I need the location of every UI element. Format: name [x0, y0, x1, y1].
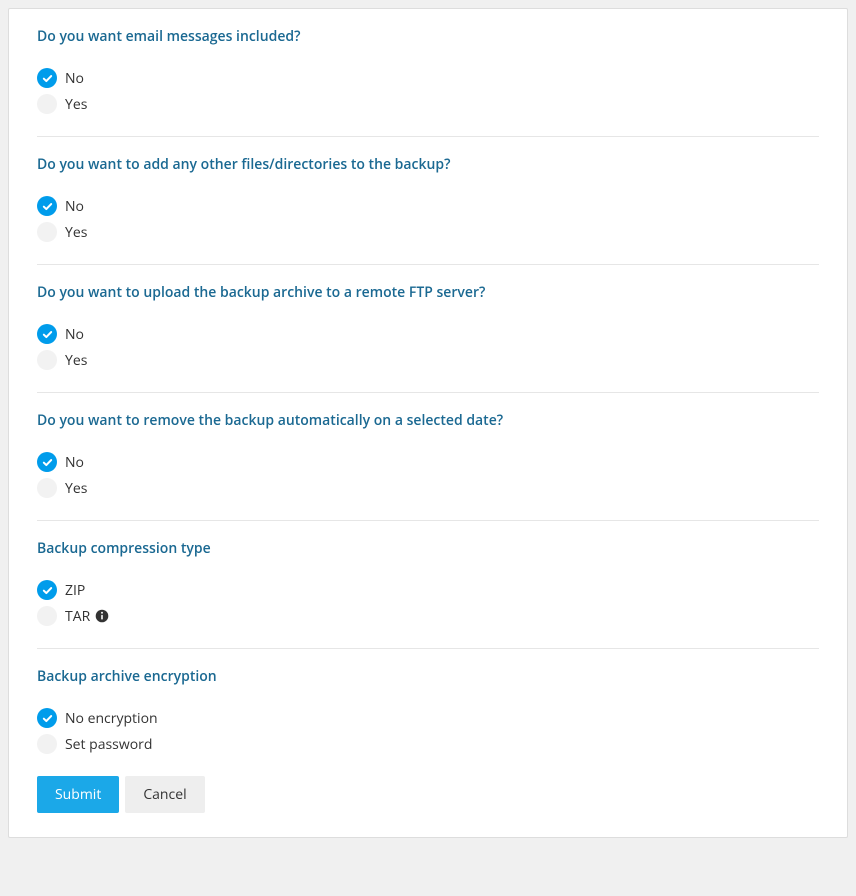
radio-label: Yes: [65, 223, 87, 242]
radio-compression-zip[interactable]: ZIP: [37, 580, 819, 600]
radio-label: TAR: [65, 607, 90, 626]
radio-label: Set password: [65, 735, 152, 754]
radio-email-yes[interactable]: Yes: [37, 94, 819, 114]
section-title-autoremove: Do you want to remove the backup automat…: [37, 411, 819, 430]
radio-label: No: [65, 453, 84, 472]
radio-label: No: [65, 197, 84, 216]
radio-encryption-password[interactable]: Set password: [37, 734, 819, 754]
radio-compression-tar[interactable]: TAR: [37, 606, 819, 626]
cancel-button[interactable]: Cancel: [125, 776, 204, 813]
section-title-ftp: Do you want to upload the backup archive…: [37, 283, 819, 302]
section-title-compression: Backup compression type: [37, 539, 819, 558]
radio-label: No: [65, 325, 84, 344]
radio-indicator-selected: [37, 580, 57, 600]
radio-label: ZIP: [65, 581, 85, 600]
radio-autoremove-no[interactable]: No: [37, 452, 819, 472]
radio-label: No: [65, 69, 84, 88]
radio-indicator-unselected: [37, 350, 57, 370]
section-encryption: Backup archive encryption No encryption …: [37, 649, 819, 776]
radio-indicator-selected: [37, 196, 57, 216]
section-other-files: Do you want to add any other files/direc…: [37, 137, 819, 265]
action-buttons: Submit Cancel: [37, 776, 819, 813]
radio-encryption-none[interactable]: No encryption: [37, 708, 819, 728]
submit-button[interactable]: Submit: [37, 776, 119, 813]
section-title-files: Do you want to add any other files/direc…: [37, 155, 819, 174]
radio-ftp-no[interactable]: No: [37, 324, 819, 344]
radio-label: No encryption: [65, 709, 158, 728]
radio-indicator-selected: [37, 324, 57, 344]
section-ftp-upload: Do you want to upload the backup archive…: [37, 265, 819, 393]
radio-indicator-selected: [37, 68, 57, 88]
radio-indicator-unselected: [37, 222, 57, 242]
radio-indicator-unselected: [37, 734, 57, 754]
radio-label: Yes: [65, 95, 87, 114]
section-title-encryption: Backup archive encryption: [37, 667, 819, 686]
radio-indicator-unselected: [37, 94, 57, 114]
radio-indicator-unselected: [37, 478, 57, 498]
section-title-email: Do you want email messages included?: [37, 27, 819, 46]
backup-settings-panel: Do you want email messages included? No …: [8, 8, 848, 838]
radio-autoremove-yes[interactable]: Yes: [37, 478, 819, 498]
radio-indicator-selected: [37, 452, 57, 472]
info-icon[interactable]: [94, 609, 109, 624]
radio-label: Yes: [65, 479, 87, 498]
section-autoremove: Do you want to remove the backup automat…: [37, 393, 819, 521]
section-email-messages: Do you want email messages included? No …: [37, 9, 819, 137]
radio-files-yes[interactable]: Yes: [37, 222, 819, 242]
radio-email-no[interactable]: No: [37, 68, 819, 88]
radio-label: Yes: [65, 351, 87, 370]
radio-indicator-unselected: [37, 606, 57, 626]
radio-indicator-selected: [37, 708, 57, 728]
radio-ftp-yes[interactable]: Yes: [37, 350, 819, 370]
radio-files-no[interactable]: No: [37, 196, 819, 216]
section-compression: Backup compression type ZIP TAR: [37, 521, 819, 649]
